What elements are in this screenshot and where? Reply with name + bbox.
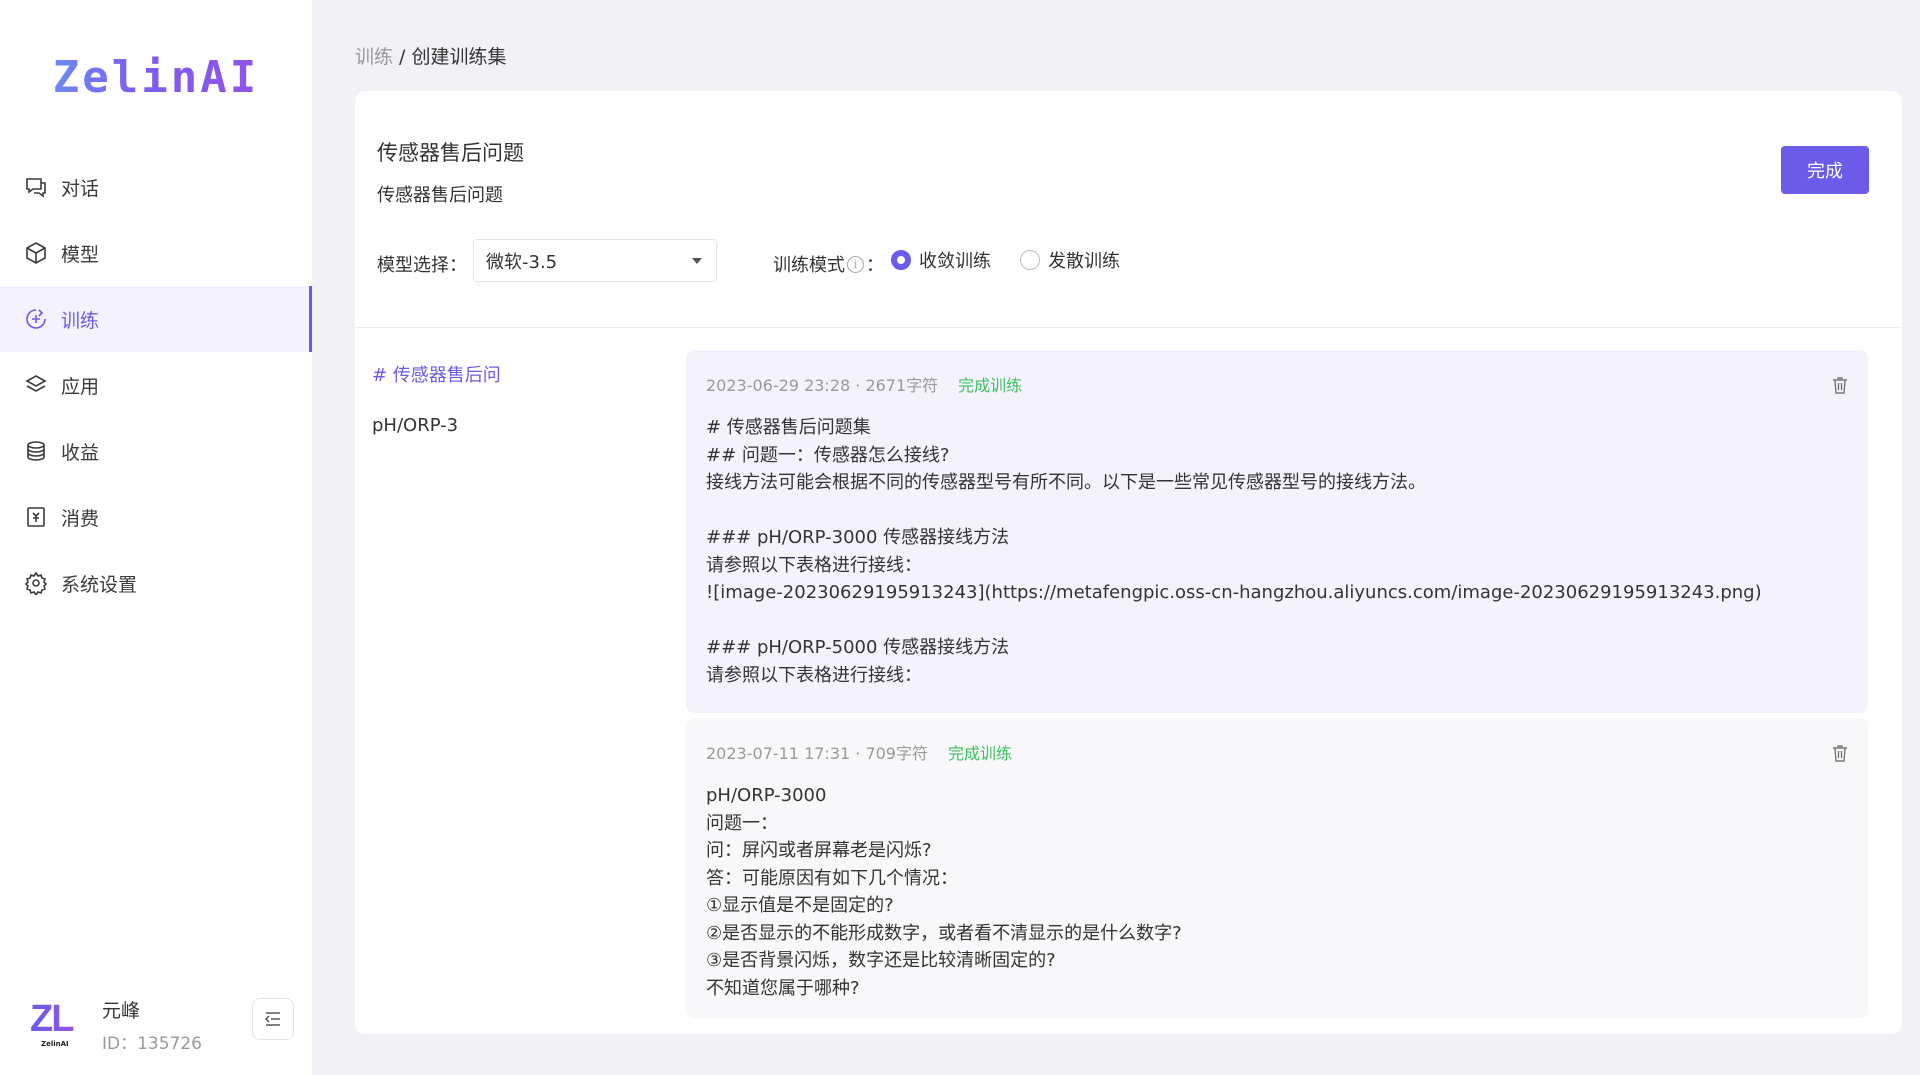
- sidebar-item-label: 对话: [61, 177, 100, 200]
- user-id: ID：135726: [102, 1034, 202, 1054]
- sidebar-item-label: 应用: [61, 375, 100, 398]
- status-badge: 完成训练: [947, 744, 1012, 763]
- receipt-icon: [27, 507, 45, 527]
- done-button[interactable]: 完成: [1781, 146, 1869, 194]
- training-mode-text: 训练模式: [773, 255, 845, 276]
- sidebar-item-training[interactable]: 训练: [0, 286, 312, 352]
- caret-down-icon: [692, 258, 702, 264]
- sidebar-item-consumption[interactable]: 消费: [0, 484, 312, 550]
- avatar-monogram: ZL: [30, 1000, 86, 1038]
- radio-converge-training[interactable]: 收敛训练: [891, 247, 991, 273]
- training-set-title: 传感器售后问题: [377, 141, 524, 165]
- breadcrumb-parent[interactable]: 训练: [355, 46, 393, 68]
- user-name: 元峰: [102, 1000, 141, 1022]
- sidebar-item-settings[interactable]: 系统设置: [0, 550, 312, 616]
- radio-checked-icon: [891, 250, 911, 270]
- training-mode-label: 训练模式 i：: [773, 251, 884, 277]
- chat-icon: [26, 178, 46, 198]
- collapse-sidebar-button[interactable]: [252, 998, 294, 1040]
- sidebar-item-label: 收益: [61, 441, 100, 464]
- chunk-content: pH/ORP-3000 问题一： 问：屏闪或者屏幕老是闪烁? 答：可能原因有如下…: [706, 785, 1182, 999]
- file-item[interactable]: pH/ORP-3: [372, 415, 501, 436]
- chunk-timestamp: 2023-07-11 17:31 · 709字符: [706, 744, 928, 763]
- cube-icon: [26, 242, 46, 264]
- chunk-meta: 2023-07-11 17:31 · 709字符 完成训练: [706, 740, 1848, 764]
- radio-unchecked-icon: [1020, 250, 1040, 270]
- model-select-label: 模型选择：: [377, 255, 467, 276]
- sidebar-item-earnings[interactable]: 收益: [0, 418, 312, 484]
- model-select-value: 微软-3.5: [486, 251, 558, 273]
- trash-icon[interactable]: [1832, 744, 1848, 762]
- sidebar-item-apps[interactable]: 应用: [0, 352, 312, 418]
- avatar: ZL ZelinAI: [30, 1000, 86, 1050]
- training-set-card: 传感器售后问题 传感器售后问题 完成 模型选择： 微软-3.5 训练模式 i： 收…: [355, 91, 1902, 1034]
- training-set-description: 传感器售后问题: [377, 185, 503, 206]
- radio-label: 发散训练: [1048, 251, 1120, 272]
- info-icon[interactable]: i: [847, 255, 864, 273]
- data-chunk[interactable]: 2023-06-29 23:28 · 2671字符 完成训练 # 传感器售后问题…: [686, 350, 1868, 713]
- sidebar-item-label: 系统设置: [61, 573, 138, 596]
- breadcrumb-separator: /: [393, 46, 412, 68]
- data-chunk[interactable]: 2023-07-11 17:31 · 709字符 完成训练 pH/ORP-300…: [686, 718, 1868, 1018]
- coins-icon: [27, 441, 45, 461]
- file-item[interactable]: # 传感器售后问: [372, 361, 501, 387]
- training-mode-colon: ：: [866, 255, 884, 276]
- collapse-menu-icon: [264, 1012, 280, 1026]
- app-logo[interactable]: ZelinAI: [0, 52, 312, 103]
- sidebar-item-label: 消费: [61, 507, 100, 530]
- radio-label: 收敛训练: [919, 251, 991, 272]
- user-profile[interactable]: ZL ZelinAI 元峰 ID：135726: [30, 996, 202, 1054]
- chunk-content: # 传感器售后问题集 ## 问题一：传感器怎么接线? 接线方法可能会根据不同的传…: [706, 417, 1762, 686]
- file-list: # 传感器售后问 pH/ORP-3: [372, 361, 501, 464]
- model-select[interactable]: 微软-3.5: [473, 239, 717, 282]
- sidebar-item-label: 模型: [61, 243, 100, 266]
- breadcrumb: 训练 / 创建训练集: [355, 42, 507, 69]
- chunk-meta: 2023-06-29 23:28 · 2671字符 完成训练: [706, 372, 1848, 396]
- status-badge: 完成训练: [958, 376, 1023, 395]
- sidebar-item-chat[interactable]: 对话: [0, 154, 312, 220]
- trash-icon[interactable]: [1832, 376, 1848, 394]
- sidebar-item-model[interactable]: 模型: [0, 220, 312, 286]
- sidebar-nav: 对话 模型 训练 应用 收益 消费 系统设置: [0, 154, 312, 616]
- training-icon: [26, 309, 46, 329]
- breadcrumb-current: 创建训练集: [411, 46, 507, 68]
- gear-icon: [24, 571, 48, 595]
- layers-icon: [25, 375, 47, 392]
- sidebar: ZelinAI 对话 模型 训练 应用 收益 消费 系统设置 ZL ZelinA…: [0, 0, 312, 1075]
- chunk-timestamp: 2023-06-29 23:28 · 2671字符: [706, 376, 939, 395]
- avatar-caption: ZelinAI: [41, 1040, 69, 1048]
- user-info: 元峰 ID：135726: [102, 996, 202, 1054]
- divider: [355, 327, 1902, 328]
- radio-diverge-training[interactable]: 发散训练: [1020, 247, 1120, 273]
- sidebar-item-label: 训练: [61, 309, 100, 332]
